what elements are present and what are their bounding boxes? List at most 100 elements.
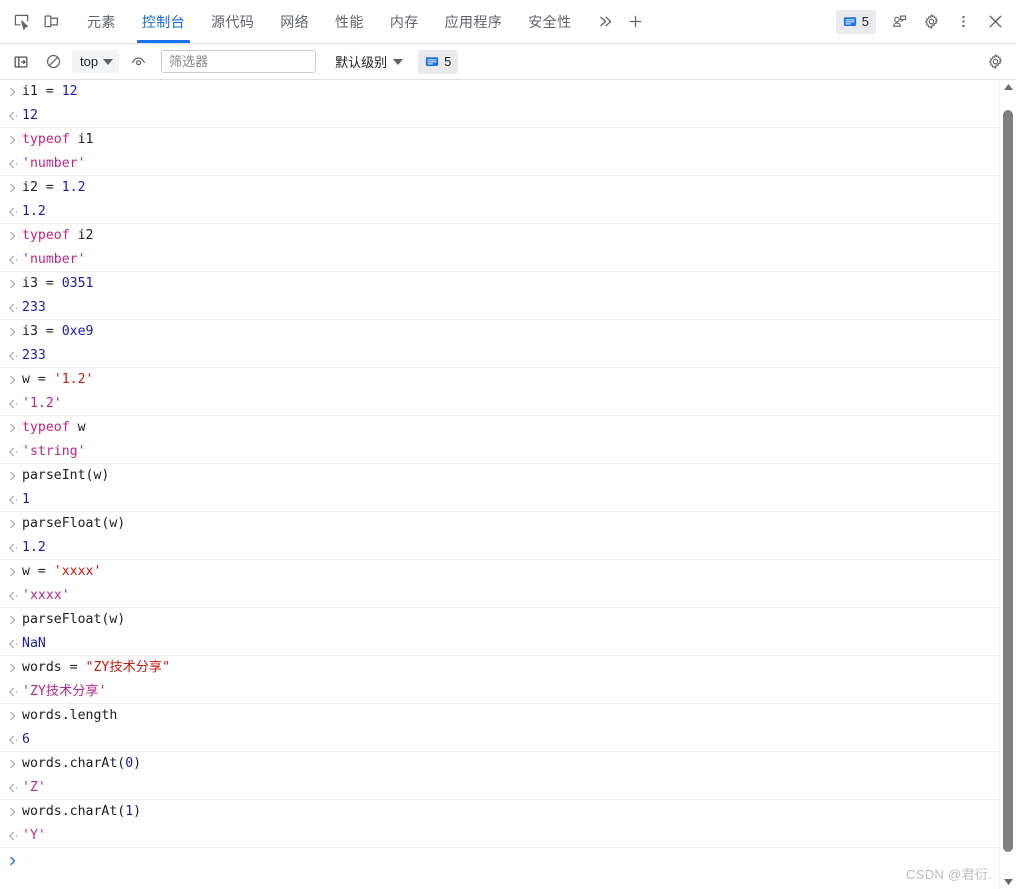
- scroll-down-arrow-icon[interactable]: [1000, 875, 1016, 889]
- console-output-row[interactable]: 'number': [0, 152, 999, 176]
- log-level-selector[interactable]: 默认级别: [332, 50, 406, 73]
- console-output-row[interactable]: 1: [0, 488, 999, 512]
- token: 12: [22, 107, 38, 123]
- token: 233: [22, 299, 46, 315]
- console-output-text: 1.2: [22, 541, 46, 554]
- console-input-row[interactable]: parseFloat(w): [0, 512, 999, 536]
- console-output-text: 'xxxx': [22, 589, 70, 602]
- console-scrollbar[interactable]: [999, 80, 1016, 889]
- message-icon: [843, 16, 856, 26]
- tab-console[interactable]: 控制台: [129, 0, 198, 43]
- devtools-tabbar: 元素 控制台 源代码 网络 性能 内存 应用程序 安全性 5: [0, 0, 1016, 44]
- console-input-row[interactable]: words.charAt(0): [0, 752, 999, 776]
- output-marker-icon: [8, 159, 22, 169]
- tab-application[interactable]: 应用程序: [432, 0, 516, 43]
- kebab-menu-icon[interactable]: [948, 7, 978, 37]
- token: words =: [22, 660, 86, 676]
- console-output-row[interactable]: 'number': [0, 248, 999, 272]
- console-output-row[interactable]: 'Y': [0, 824, 999, 848]
- chevron-double-right-icon[interactable]: [590, 7, 620, 37]
- console-input-row[interactable]: i2 = 1.2: [0, 176, 999, 200]
- console-output-text: 'Y': [22, 829, 46, 842]
- gear-icon[interactable]: [916, 7, 946, 37]
- input-marker-icon: [8, 519, 22, 529]
- tabbar-overflow-tools: [590, 0, 650, 43]
- console-input-row[interactable]: w = 'xxxx': [0, 560, 999, 584]
- console-output-row[interactable]: '1.2': [0, 392, 999, 416]
- token: words.charAt(: [22, 756, 126, 772]
- plus-icon[interactable]: [620, 7, 650, 37]
- console-input-row[interactable]: parseInt(w): [0, 464, 999, 488]
- log-level-value: 默认级别: [335, 55, 388, 70]
- tab-label: 控制台: [141, 13, 186, 30]
- tab-performance[interactable]: 性能: [322, 0, 377, 43]
- tab-sources[interactable]: 源代码: [198, 0, 267, 43]
- tab-label: 内存: [389, 13, 419, 30]
- tab-elements[interactable]: 元素: [74, 0, 129, 43]
- console-output-row[interactable]: 1.2: [0, 536, 999, 560]
- token: 'number': [22, 251, 86, 267]
- scrollbar-track[interactable]: [1000, 94, 1016, 875]
- console-output-row[interactable]: 'string': [0, 440, 999, 464]
- token: '1.2': [22, 395, 62, 411]
- console-input-row[interactable]: typeof i1: [0, 128, 999, 152]
- tab-label: 安全性: [528, 13, 572, 30]
- token: i2: [69, 228, 94, 244]
- input-marker-icon: [8, 279, 22, 289]
- device-toolbar-icon[interactable]: [36, 7, 66, 37]
- console-input-row[interactable]: parseFloat(w): [0, 608, 999, 632]
- console-output-row[interactable]: 6: [0, 728, 999, 752]
- console-input-row[interactable]: i3 = 0351: [0, 272, 999, 296]
- console-toolbar: top 默认级别 5: [0, 44, 1016, 80]
- close-icon[interactable]: [980, 7, 1010, 37]
- console-input-text: typeof w: [22, 421, 86, 434]
- token: parseInt(w): [22, 468, 110, 484]
- console-output-text: 1: [22, 493, 30, 506]
- execution-context-selector[interactable]: top: [72, 50, 120, 73]
- tab-label: 网络: [280, 13, 310, 30]
- input-marker-icon: [8, 567, 22, 577]
- clear-console-icon[interactable]: [38, 47, 68, 77]
- filter-input[interactable]: [161, 50, 317, 73]
- console-output-row[interactable]: 12: [0, 104, 999, 128]
- console-input-row[interactable]: i1 = 12: [0, 80, 999, 104]
- console-input-row[interactable]: words = "ZY技术分享": [0, 656, 999, 680]
- console-message-list[interactable]: i1 = 12 12 typeof i1'number' i2 = 1.2 1.2 typ…: [0, 80, 999, 889]
- scrollbar-thumb[interactable]: [1003, 109, 1013, 852]
- tab-memory[interactable]: 内存: [377, 0, 432, 43]
- tab-label: 性能: [335, 13, 364, 30]
- inspect-element-icon[interactable]: [6, 7, 36, 37]
- input-marker-icon: [8, 471, 22, 481]
- scroll-up-arrow-icon[interactable]: [1000, 80, 1016, 94]
- message-count-badge[interactable]: 5: [835, 9, 876, 34]
- tab-security[interactable]: 安全性: [515, 0, 584, 43]
- token: "ZY技术分享": [85, 660, 171, 676]
- token: words.length: [22, 708, 118, 724]
- console-prompt-row[interactable]: [0, 848, 999, 874]
- console-output-row[interactable]: 'ZY技术分享': [0, 680, 999, 704]
- token: 0: [125, 756, 134, 772]
- toolbar-message-count: 5: [444, 54, 452, 69]
- toolbar-message-count-badge[interactable]: 5: [418, 49, 459, 74]
- console-settings-gear-icon[interactable]: [980, 47, 1010, 77]
- console-output-row[interactable]: 'Z': [0, 776, 999, 800]
- output-marker-icon: [8, 735, 22, 745]
- console-input-row[interactable]: words.length: [0, 704, 999, 728]
- console-output-row[interactable]: 233: [0, 296, 999, 320]
- tab-label: 元素: [87, 13, 116, 30]
- console-input-row[interactable]: typeof w: [0, 416, 999, 440]
- input-marker-icon: [8, 807, 22, 817]
- console-output-row[interactable]: 'xxxx': [0, 584, 999, 608]
- console-sidebar-icon[interactable]: [6, 47, 36, 77]
- console-output-row[interactable]: 233: [0, 344, 999, 368]
- console-input-row[interactable]: i3 = 0xe9: [0, 320, 999, 344]
- tab-network[interactable]: 网络: [267, 0, 322, 43]
- console-input-row[interactable]: w = '1.2': [0, 368, 999, 392]
- console-output-row[interactable]: 1.2: [0, 200, 999, 224]
- live-expression-icon[interactable]: [123, 47, 153, 77]
- feedback-icon[interactable]: [884, 7, 914, 37]
- input-marker-icon: [8, 375, 22, 385]
- console-input-row[interactable]: typeof i2: [0, 224, 999, 248]
- console-input-row[interactable]: words.charAt(1): [0, 800, 999, 824]
- console-output-row[interactable]: NaN: [0, 632, 999, 656]
